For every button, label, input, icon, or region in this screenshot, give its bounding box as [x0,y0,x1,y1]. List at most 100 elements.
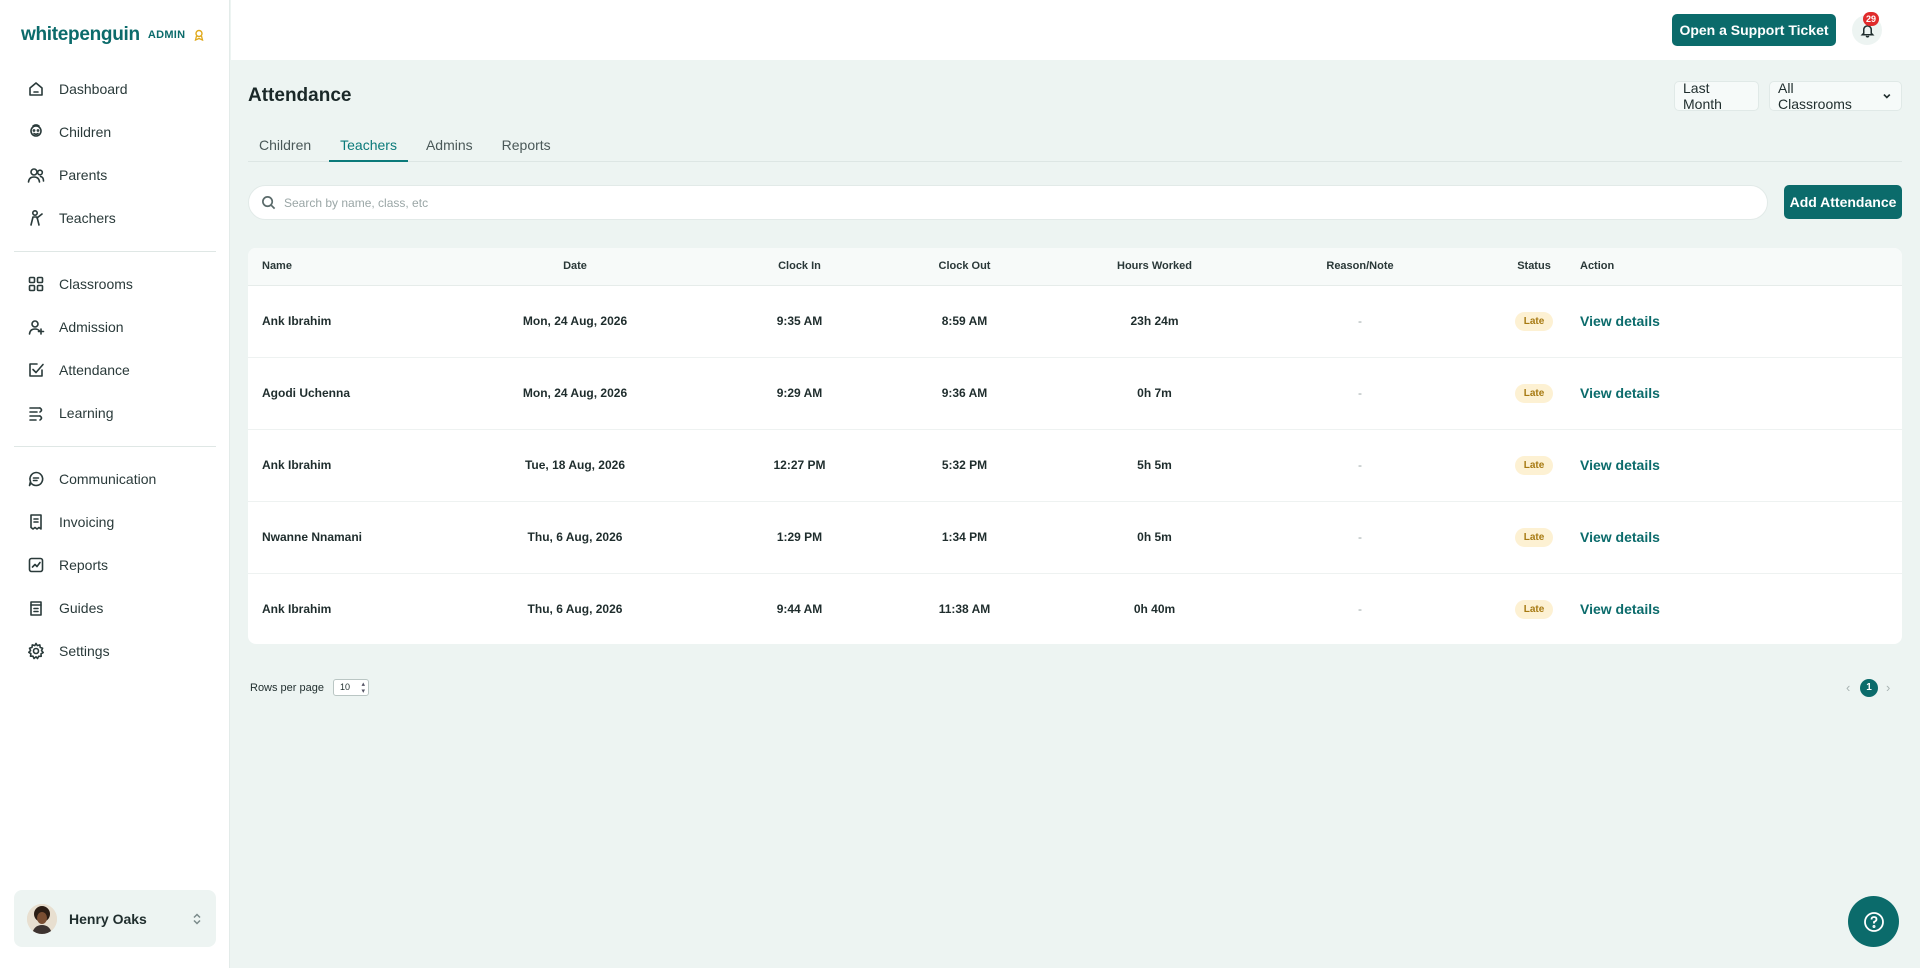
cell-note: - [1232,500,1488,573]
view-details-link[interactable]: View details [1580,313,1660,329]
chevron-up-down-icon: ▴ ▾ [361,681,365,695]
invoice-icon [30,513,42,530]
cell-hours-worked: 0h 40m [1077,572,1232,644]
sidebar-item-label: Invoicing [59,513,115,530]
tab-teachers[interactable]: Teachers [329,128,408,162]
sidebar-item-admission[interactable]: Admission [14,305,216,348]
view-details-link[interactable]: View details [1580,529,1660,545]
column-header: Hours Worked [1077,248,1232,286]
view-details-link[interactable]: View details [1580,601,1660,617]
tab-children[interactable]: Children [248,128,322,162]
page-title: Attendance [248,85,352,106]
page-number-button[interactable]: 1 [1860,679,1878,697]
status-badge: Late [1514,527,1554,547]
cell-hours-worked: 0h 7m [1077,356,1232,429]
sidebar-item-learning[interactable]: Learning [14,391,216,434]
sidebar-item-label: Classrooms [59,275,133,292]
table-header-row: Name Date Clock In Clock Out Hours Worke… [248,248,1902,286]
cell-status: Late [1488,428,1580,501]
period-filter[interactable]: Last Month [1674,80,1759,112]
view-details-link[interactable]: View details [1580,385,1660,401]
cell-clock-out: 5:32 PM [852,428,1077,501]
cell-clock-in: 1:29 PM [747,500,852,573]
attendance-table: Name Date Clock In Clock Out Hours Worke… [248,248,1902,644]
cell-hours-worked: 23h 24m [1130,314,1179,328]
cell-date: Mon, 24 Aug, 2026 [403,356,747,429]
table-row: Ank Ibrahim Thu, 6 Aug, 2026 9:44 AM 11:… [248,572,1902,644]
sidebar-item-guides[interactable]: Guides [14,586,216,629]
parents-icon [27,167,45,183]
help-button[interactable] [1848,896,1899,947]
sidebar-item-label: Communication [59,470,157,487]
sidebar-item-label: Attendance [59,361,130,378]
sidebar-item-communication[interactable]: Communication [14,457,216,500]
classroom-filter[interactable]: All Classrooms [1769,80,1902,112]
tab-admins[interactable]: Admins [415,128,484,162]
view-details-link[interactable]: View details [1580,457,1660,473]
sidebar-item-dashboard[interactable]: Dashboard [14,67,216,110]
help-icon [1863,911,1884,932]
sidebar-item-label: Reports [59,556,109,573]
column-header: Clock In [747,248,852,286]
status-badge: Late [1514,599,1554,619]
learning-icon [29,406,43,421]
sidebar-item-invoicing[interactable]: Invoicing [14,500,216,543]
search-input[interactable] [284,195,1734,210]
cell-name: Agodi Uchenna [248,356,403,429]
cell-clock-out: 1:34 PM [852,500,1077,573]
chat-icon [28,471,44,486]
table-row: Ank Ibrahim Mon, 24 Aug, 2026 9:35 AM 8:… [248,285,1902,357]
sidebar-item-attendance[interactable]: Attendance [14,348,216,391]
add-attendance-button[interactable]: Add Attendance [1784,185,1902,219]
notification-count-badge: 29 [1863,12,1879,26]
reports-icon [28,557,44,572]
table-row: Ank Ibrahim Tue, 18 Aug, 2026 12:27 PM 5… [248,428,1902,501]
table-row: Agodi Uchenna Mon, 24 Aug, 2026 9:29 AM … [248,356,1902,429]
status-badge: Late [1514,455,1554,475]
cell-date: Thu, 6 Aug, 2026 [403,572,747,644]
cell-action: View details [1580,356,1902,429]
cell-clock-in: 9:44 AM [747,572,852,644]
column-header: Date [403,248,747,286]
cell-note: - [1358,314,1362,328]
sidebar-item-label: Learning [59,404,114,421]
sidebar-item-label: Dashboard [59,80,128,97]
sidebar-item-parents[interactable]: Parents [14,153,216,196]
rows-per-page-label: Rows per page [250,682,324,694]
sidebar-item-label: Teachers [59,209,116,226]
column-header: Status [1488,248,1580,286]
gear-icon [28,642,44,659]
admin-badge-icon [194,29,204,41]
brand[interactable]: whitepenguin ADMIN [21,24,205,46]
user-menu[interactable]: Henry Oaks [14,890,216,947]
rows-per-page-select[interactable]: 10 ▴ ▾ [333,679,369,696]
admission-icon [28,319,45,335]
sidebar-item-settings[interactable]: Settings [14,629,216,672]
open-support-ticket-button[interactable]: Open a Support Ticket [1672,14,1836,46]
sidebar-item-label: Parents [59,166,108,183]
sidebar-item-label: Children [59,123,112,140]
user-name: Henry Oaks [69,910,147,927]
table-row: Nwanne Nnamani Thu, 6 Aug, 2026 1:29 PM … [248,500,1902,573]
cell-clock-in: 12:27 PM [747,428,852,501]
sidebar-item-classrooms[interactable]: Classrooms [14,262,216,305]
sidebar-item-children[interactable]: Children [14,110,216,153]
status-badge: Late [1514,311,1554,331]
sidebar-item-teachers[interactable]: Teachers [14,196,216,239]
cell-date: Tue, 18 Aug, 2026 [403,428,747,501]
cell-clock-out: 8:59 AM [941,314,988,328]
role-badge: ADMIN [147,29,186,41]
chevron-up-down-icon [193,912,201,925]
brand-logo: whitepenguin [21,24,140,45]
search-bar [248,185,1768,220]
cell-action: View details [1580,500,1902,573]
sidebar-item-label: Guides [59,599,104,616]
sidebar-item-reports[interactable]: Reports [14,543,216,586]
previous-page-button[interactable]: ‹ [1846,680,1850,695]
next-page-button[interactable]: › [1886,680,1890,695]
tab-reports[interactable]: Reports [491,128,562,162]
attendance-tabs: Children Teachers Admins Reports [248,128,1902,162]
cell-note: - [1232,356,1488,429]
cell-action: View details [1580,428,1902,501]
cell-clock-out: 9:36 AM [852,356,1077,429]
